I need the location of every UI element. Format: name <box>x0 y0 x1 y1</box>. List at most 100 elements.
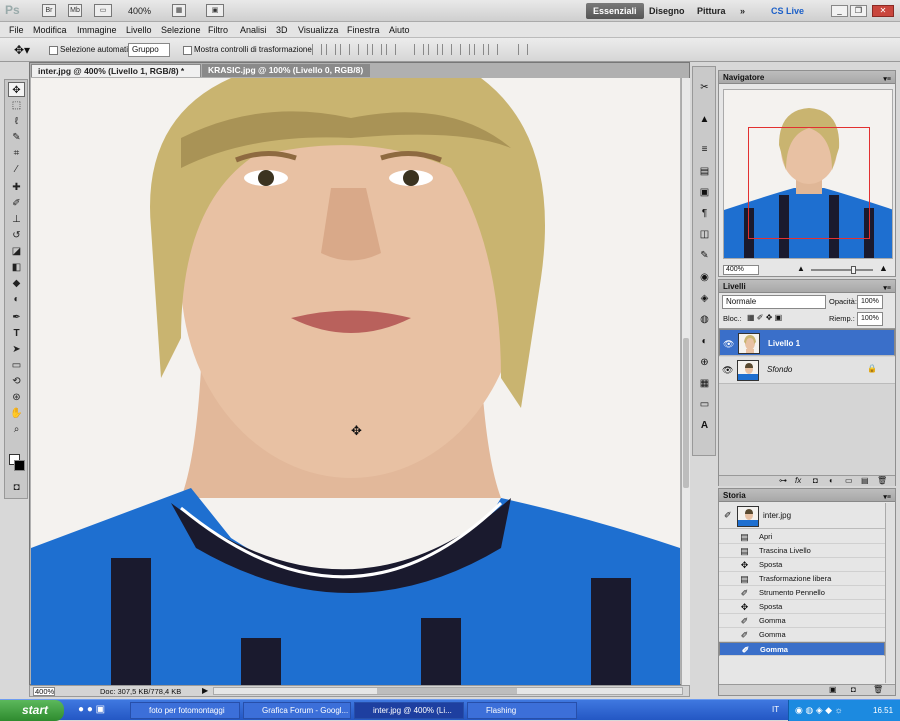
3d-orbit-tool-icon[interactable]: ⊛ <box>8 390 25 405</box>
link-layers-icon[interactable]: ⊶ <box>779 476 787 485</box>
layer-name[interactable]: Sfondo <box>767 365 792 374</box>
layer-name[interactable]: Livello 1 <box>768 338 800 350</box>
menu-view[interactable]: Visualizza <box>298 25 338 35</box>
arrange-documents-icon[interactable]: ▦ <box>172 4 186 17</box>
masks-panel-icon[interactable]: ◍ <box>697 313 712 327</box>
language-indicator[interactable]: IT <box>772 705 779 714</box>
delete-layer-icon[interactable]: 🗑 <box>877 476 887 485</box>
align-vcenter-icon[interactable] <box>326 44 336 55</box>
swatches-panel-icon[interactable]: ◈ <box>697 292 712 306</box>
new-layer-icon[interactable]: ▤ <box>861 476 869 485</box>
status-menu-arrow-icon[interactable]: ▶ <box>202 686 208 695</box>
tab-inter-jpg[interactable]: inter.jpg @ 400% (Livello 1, RGB/8) * <box>31 64 201 77</box>
layer-row-livello-1[interactable]: 👁 Livello 1 <box>719 329 895 356</box>
hand-tool-icon[interactable]: ✋ <box>8 406 25 421</box>
history-step[interactable]: ✐ Gomma <box>719 614 885 628</box>
shape-tool-icon[interactable]: ▭ <box>8 358 25 373</box>
pen-tool-icon[interactable]: ✒ <box>8 310 25 325</box>
auto-select-dropdown[interactable]: Gruppo <box>128 43 170 57</box>
status-zoom-field[interactable]: 400% <box>33 687 55 696</box>
new-snapshot-icon[interactable]: ◘ <box>851 685 856 694</box>
paths-panel-icon[interactable]: ⊕ <box>697 356 712 370</box>
vertical-scroll-thumb[interactable] <box>683 338 689 488</box>
horizontal-scroll-thumb[interactable] <box>377 688 517 694</box>
menu-edit[interactable]: Modifica <box>33 25 67 35</box>
layer-style-icon[interactable]: fx <box>795 476 801 485</box>
align-top-icon[interactable] <box>312 44 322 55</box>
view-extras-icon[interactable]: ▭ <box>94 4 112 17</box>
clone-stamp-tool-icon[interactable]: ⊥ <box>8 212 25 227</box>
distribute-left-icon[interactable] <box>460 44 470 55</box>
character-panel-icon[interactable]: A <box>697 419 712 433</box>
distribute-right-icon[interactable] <box>488 44 498 55</box>
zoom-tool-icon[interactable]: ⌕ <box>8 422 25 437</box>
history-scrollbar[interactable] <box>885 503 895 683</box>
eyedropper-tool-icon[interactable]: ⁄ <box>8 162 25 177</box>
navigator-thumbnail[interactable] <box>723 89 893 259</box>
distribute-vcenter-icon[interactable] <box>428 44 438 55</box>
move-tool-icon[interactable]: ✥ <box>8 82 25 97</box>
history-step[interactable]: ✐ Gomma <box>719 628 885 642</box>
distribute-top-icon[interactable] <box>414 44 424 55</box>
close-button[interactable]: ✕ <box>872 5 894 17</box>
image-canvas[interactable]: ✥ <box>31 78 680 685</box>
brush-panel-icon[interactable]: ◫ <box>697 228 712 242</box>
blend-mode-dropdown[interactable]: Normale <box>722 295 826 309</box>
3d-rotate-tool-icon[interactable]: ⟲ <box>8 374 25 389</box>
dodge-tool-icon[interactable]: ◐ <box>8 292 25 307</box>
animation-panel-icon[interactable]: ▦ <box>697 377 712 391</box>
crop-tool-icon[interactable]: ⌗ <box>8 146 25 161</box>
task-flashing[interactable]: Flashing <box>467 702 577 719</box>
zoom-out-icon[interactable]: ▲ <box>797 264 805 273</box>
zoom-in-icon[interactable]: ▲ <box>879 263 888 273</box>
menu-layer[interactable]: Livello <box>126 25 152 35</box>
history-snapshot[interactable]: ✐ inter.jpg <box>719 503 895 529</box>
auto-align-icon[interactable] <box>518 44 528 55</box>
history-step-selected[interactable]: ✐ Gomma <box>719 642 885 656</box>
info-panel-icon[interactable]: ▣ <box>697 186 712 200</box>
history-brush-tool-icon[interactable]: ↺ <box>8 228 25 243</box>
notes-panel-icon[interactable]: ▭ <box>697 398 712 412</box>
menu-3d[interactable]: 3D <box>276 25 288 35</box>
delete-state-icon[interactable]: 🗑 <box>873 685 883 694</box>
cs-live-button[interactable]: CS Live <box>764 3 811 19</box>
menu-filter[interactable]: Filtro <box>208 25 228 35</box>
adjustment-layer-icon[interactable]: ◐ <box>829 476 834 485</box>
task-chrome[interactable]: Grafica Forum - Googl... <box>243 702 351 719</box>
type-tool-icon[interactable]: T <box>8 326 25 341</box>
layer-row-sfondo[interactable]: 👁 Sfondo 🔒 <box>719 357 895 384</box>
vertical-scrollbar[interactable] <box>681 78 690 685</box>
eraser-tool-icon[interactable]: ◪ <box>8 244 25 259</box>
channels-panel-icon[interactable]: ◐ <box>697 335 712 349</box>
history-step[interactable]: ▤ Trasformazione libera <box>719 572 885 586</box>
styles-panel-icon[interactable]: ◉ <box>697 271 712 285</box>
workspace-design[interactable]: Disegno <box>642 3 692 19</box>
foreground-color-swatch[interactable] <box>14 460 25 471</box>
add-mask-icon[interactable]: ◘ <box>813 476 818 485</box>
move-tool-preset-icon[interactable]: ✥▾ <box>14 43 30 57</box>
distribute-hcenter-icon[interactable] <box>474 44 484 55</box>
align-right-icon[interactable] <box>386 44 396 55</box>
distribute-bottom-icon[interactable] <box>442 44 452 55</box>
screen-mode-icon[interactable]: ▣ <box>206 4 224 17</box>
marquee-tool-icon[interactable]: ⬚ <box>8 98 25 113</box>
actions-panel-icon[interactable]: ▲ <box>697 113 712 127</box>
paragraph-panel-icon[interactable]: ¶ <box>697 207 712 221</box>
menu-help[interactable]: Aiuto <box>389 25 410 35</box>
launch-bridge-icon[interactable]: Br <box>42 4 56 17</box>
minimize-button[interactable]: _ <box>831 5 848 17</box>
histogram-panel-icon[interactable]: ▤ <box>697 165 712 179</box>
path-select-tool-icon[interactable]: ➤ <box>8 342 25 357</box>
zoom-slider-handle[interactable] <box>851 266 856 274</box>
clock[interactable]: 16.51 <box>873 700 893 721</box>
quick-mask-icon[interactable]: ◘ <box>8 480 25 495</box>
menu-image[interactable]: Immagine <box>77 25 117 35</box>
align-hcenter-icon[interactable] <box>372 44 382 55</box>
auto-select-checkbox[interactable] <box>49 46 58 55</box>
task-photoshop[interactable]: inter.jpg @ 400% (Li... <box>354 702 464 719</box>
mini-bridge-icon[interactable]: Mb <box>68 4 82 17</box>
clone-source-icon[interactable]: ✎ <box>697 249 712 263</box>
layers-menu-icon[interactable]: ▾≡ <box>883 282 891 295</box>
tab-krasic-jpg[interactable]: KRASIC.jpg @ 100% (Livello 0, RGB/8) * <box>202 64 370 88</box>
workspace-essentials[interactable]: Essenziali <box>586 3 644 19</box>
